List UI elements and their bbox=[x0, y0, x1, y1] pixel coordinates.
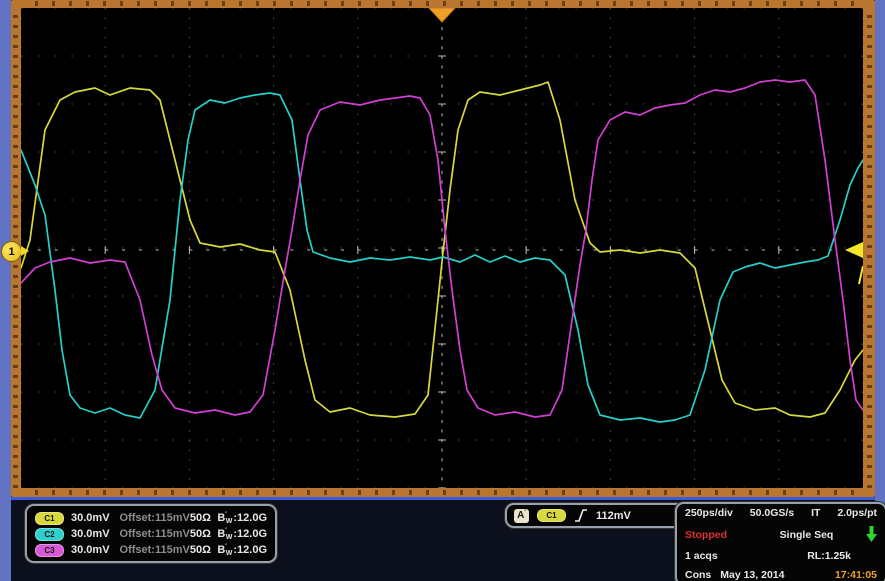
timebase: 250ps/div bbox=[685, 507, 733, 519]
window-edge-right bbox=[875, 0, 885, 581]
window-edge-left bbox=[0, 0, 11, 581]
run-status-row: Stopped Single Seq bbox=[685, 526, 877, 543]
trigger-event-badge: A′ bbox=[514, 509, 529, 523]
c2-bandwidth: B′W:12.0G bbox=[217, 528, 267, 540]
frame-ticks-top bbox=[21, 1, 863, 6]
oscilloscope-screen: 1 C1 30.0mV Offset:115mV 50Ω B′W:12.0G C… bbox=[0, 0, 885, 581]
waveform-display-area[interactable] bbox=[21, 8, 863, 488]
bw-value: 12.0G bbox=[237, 512, 267, 524]
sample-rate: 50.0GS/s bbox=[750, 507, 794, 519]
c2-offset: Offset:115mV bbox=[120, 528, 190, 540]
trigger-level: 112mV bbox=[596, 510, 631, 522]
date: May 13, 2014 bbox=[720, 569, 784, 581]
trigger-event-sup: ′ bbox=[524, 509, 525, 517]
acquisition-count: 1 acqs bbox=[685, 550, 785, 562]
c2-scale: 30.0mV bbox=[64, 528, 120, 540]
run-mode: Single Seq bbox=[747, 529, 866, 541]
channel-row-c1[interactable]: C1 30.0mV Offset:115mV 50Ω B′W:12.0G bbox=[35, 510, 267, 526]
trigger-event-label: A bbox=[517, 509, 524, 522]
time: 17:41:05 bbox=[835, 569, 877, 581]
acquisition-readout-box[interactable]: 250ps/div 50.0GS/s IT 2.0ps/pt Stopped S… bbox=[675, 502, 885, 581]
channel-badge-c1[interactable]: C1 bbox=[35, 512, 64, 525]
resolution: 2.0ps/pt bbox=[837, 507, 877, 519]
channel1-reference-badge: 1 bbox=[1, 241, 22, 262]
date-time-row: Cons May 13, 2014 17:41:05 bbox=[685, 569, 877, 581]
bw-sub: W bbox=[226, 518, 233, 525]
channel-badge-c2[interactable]: C2 bbox=[35, 528, 64, 541]
acq-count-row: 1 acqs RL:1.25k bbox=[685, 550, 877, 562]
frame-ticks-right bbox=[867, 8, 872, 488]
c1-bandwidth: B′W:12.0G bbox=[217, 512, 267, 524]
bw-sub: W bbox=[226, 534, 233, 541]
sampling-mode: IT bbox=[811, 507, 820, 519]
bw-sub: W bbox=[226, 550, 233, 557]
c3-bandwidth: B′W:12.0G bbox=[217, 544, 267, 556]
trigger-source-badge[interactable]: C1 bbox=[537, 509, 566, 522]
arrow-down-icon bbox=[866, 526, 877, 543]
channel-readout-box[interactable]: C1 30.0mV Offset:115mV 50Ω B′W:12.0G C2 … bbox=[25, 504, 277, 563]
c3-offset: Offset:115mV bbox=[120, 544, 190, 556]
bw-value: 12.0G bbox=[237, 528, 267, 540]
horizontal-settings-row: 250ps/div 50.0GS/s IT 2.0ps/pt bbox=[685, 507, 877, 519]
c3-impedance: 50Ω bbox=[190, 544, 218, 556]
bw-value: 12.0G bbox=[237, 544, 267, 556]
c1-impedance: 50Ω bbox=[190, 512, 218, 524]
c1-scale: 30.0mV bbox=[64, 512, 120, 524]
channel-row-c2[interactable]: C2 30.0mV Offset:115mV 50Ω B′W:12.0G bbox=[35, 526, 267, 542]
c2-impedance: 50Ω bbox=[190, 528, 218, 540]
rising-edge-icon bbox=[574, 508, 588, 523]
console-label: Cons bbox=[685, 569, 711, 581]
trigger-readout-box[interactable]: A′ C1 112mV bbox=[505, 503, 693, 528]
channel-badge-c3[interactable]: C3 bbox=[35, 544, 64, 557]
record-length: RL:1.25k bbox=[807, 550, 877, 562]
c3-scale: 30.0mV bbox=[64, 544, 120, 556]
waveform-plot bbox=[21, 8, 863, 488]
status-bar: C1 30.0mV Offset:115mV 50Ω B′W:12.0G C2 … bbox=[11, 500, 875, 581]
acquisition-status: Stopped bbox=[685, 529, 747, 541]
graticule-frame bbox=[11, 0, 875, 497]
channel1-reference-marker[interactable]: 1 bbox=[1, 240, 31, 262]
channel-row-c3[interactable]: C3 30.0mV Offset:115mV 50Ω B′W:12.0G bbox=[35, 542, 267, 558]
c1-offset: Offset:115mV bbox=[120, 512, 190, 524]
channel1-reference-arrow-icon bbox=[21, 246, 29, 256]
frame-ticks-bottom bbox=[21, 490, 863, 495]
